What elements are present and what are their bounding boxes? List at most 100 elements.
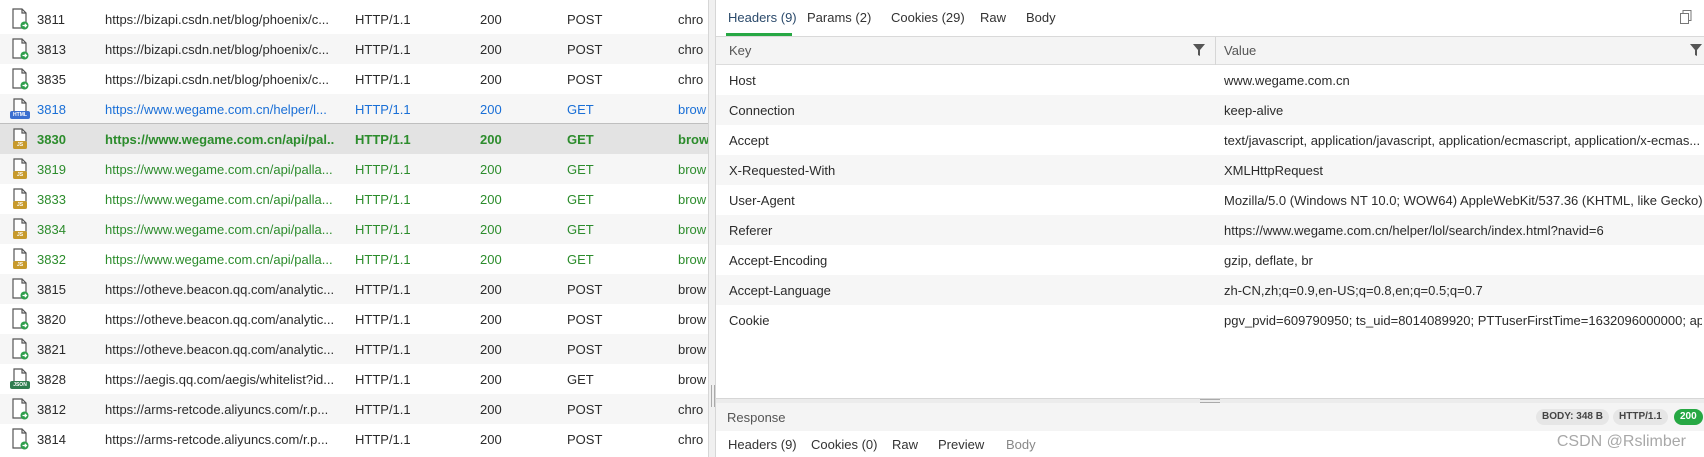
session-protocol: HTTP/1.1	[355, 402, 411, 417]
panel-splitter[interactable]	[708, 0, 716, 457]
header-row[interactable]: Cookie pgv_pvid=609790950; ts_uid=8014089…	[716, 305, 1704, 335]
session-url: https://bizapi.csdn.net/blog/phoenix/c..…	[105, 42, 330, 57]
header-row[interactable]: Accept-Encoding gzip, deflate, br	[716, 245, 1704, 275]
session-row[interactable]: 3814 https://arms-retcode.aliyuncs.com/r.…	[0, 424, 708, 454]
session-row[interactable]: 3813 https://bizapi.csdn.net/blog/phoenix…	[0, 34, 708, 64]
session-process: chro	[678, 42, 704, 57]
header-row[interactable]: Connection keep-alive	[716, 95, 1704, 125]
session-protocol: HTTP/1.1	[355, 12, 411, 27]
header-key: Accept-Language	[729, 283, 831, 298]
session-method: GET	[567, 192, 594, 207]
file-type-label: JS	[16, 142, 24, 148]
protocol-badge: HTTP/1.1	[1613, 409, 1668, 425]
session-row[interactable]: 3821 https://otheve.beacon.qq.com/analyti…	[0, 334, 708, 364]
response-tab-preview[interactable]: Preview	[938, 437, 984, 452]
header-key: X-Requested-With	[729, 163, 836, 178]
response-tab-body[interactable]: Body	[1006, 437, 1036, 452]
file-type-label: JS	[16, 202, 24, 208]
file-type-label: JS	[16, 172, 24, 178]
session-status: 200	[480, 402, 502, 417]
session-method: GET	[567, 372, 594, 387]
tab-raw[interactable]: Raw	[980, 10, 1006, 25]
session-row[interactable]: JSON 3828 https://aegis.qq.com/aegis/white…	[0, 364, 708, 394]
session-protocol: HTTP/1.1	[355, 432, 411, 447]
session-url: https://otheve.beacon.qq.com/analytic...	[105, 282, 335, 297]
session-row[interactable]: JS 3832 https://www.wegame.com.cn/api/pall…	[0, 244, 708, 274]
tab-cookies[interactable]: Cookies (29)	[891, 10, 965, 25]
session-protocol: HTTP/1.1	[355, 222, 411, 237]
session-method: POST	[567, 432, 603, 447]
file-type-label: JS	[16, 232, 24, 238]
document-arrow-icon	[10, 308, 30, 330]
sessions-list: 3811 https://bizapi.csdn.net/blog/phoenix…	[0, 0, 708, 457]
header-row[interactable]: Accept text/javascript, application/javas…	[716, 125, 1704, 155]
watermark: CSDN @Rslimber	[1556, 433, 1686, 450]
session-process: chro	[678, 72, 704, 87]
response-tab-headers[interactable]: Headers (9)	[728, 437, 797, 452]
header-row[interactable]: Accept-Language zh-CN,zh;q=0.9,en-US;q=0.…	[716, 275, 1704, 305]
header-row[interactable]: User-Agent Mozilla/5.0 (Windows NT 10.0; …	[716, 185, 1704, 215]
session-row[interactable]: 3835 https://bizapi.csdn.net/blog/phoenix…	[0, 64, 708, 94]
tab-headers[interactable]: Headers (9)	[728, 10, 797, 25]
header-row[interactable]: Referer https://www.wegame.com.cn/helper/…	[716, 215, 1704, 245]
session-protocol: HTTP/1.1	[355, 162, 411, 177]
splitter-grip[interactable]	[711, 385, 715, 407]
session-row[interactable]: JS 3819 https://www.wegame.com.cn/api/pall…	[0, 154, 708, 184]
session-url: https://bizapi.csdn.net/blog/phoenix/c..…	[105, 12, 330, 27]
value-filter-icon[interactable]	[1690, 44, 1702, 56]
session-status: 200	[480, 372, 502, 387]
key-filter-icon[interactable]	[1193, 44, 1205, 56]
session-id: 3815	[37, 282, 66, 297]
session-row[interactable]: 3811 https://bizapi.csdn.net/blog/phoenix…	[0, 4, 708, 34]
session-protocol: HTTP/1.1	[355, 252, 411, 267]
session-id: 3814	[37, 432, 66, 447]
session-row[interactable]: 3815 https://otheve.beacon.qq.com/analyti…	[0, 274, 708, 304]
session-process: brow	[678, 372, 707, 387]
session-id: 3818	[37, 102, 66, 117]
value-column-header: Value	[1224, 43, 1257, 58]
session-id: 3819	[37, 162, 66, 177]
document-arrow-icon	[10, 8, 30, 30]
session-row[interactable]: 3812 https://arms-retcode.aliyuncs.com/r.…	[0, 394, 708, 424]
session-url: https://www.wegame.com.cn/api/palla...	[105, 222, 333, 237]
session-row[interactable]: HTML 3818 https://www.wegame.com.cn/helper…	[0, 94, 708, 124]
file-type-label: HTML	[13, 112, 27, 118]
session-status: 200	[480, 162, 502, 177]
session-method: GET	[567, 102, 594, 117]
session-row[interactable]: 3820 https://otheve.beacon.qq.com/analyti…	[0, 304, 708, 334]
session-id: 3813	[37, 42, 66, 57]
header-value: text/javascript, application/javascript,…	[1224, 133, 1701, 148]
status-badge: 200	[1674, 409, 1703, 425]
session-url: https://arms-retcode.aliyuncs.com/r.p...	[105, 402, 329, 417]
column-separator[interactable]	[1215, 37, 1216, 65]
response-tab-raw[interactable]: Raw	[892, 437, 918, 452]
session-row[interactable]: JS 3834 https://www.wegame.com.cn/api/pall…	[0, 214, 708, 244]
header-row[interactable]: X-Requested-With XMLHttpRequest	[716, 155, 1704, 185]
header-row[interactable]: Host www.wegame.com.cn	[716, 65, 1704, 95]
session-method: POST	[567, 12, 603, 27]
header-value: zh-CN,zh;q=0.9,en-US;q=0.8,en;q=0.5;q=0.…	[1224, 283, 1483, 298]
tab-body[interactable]: Body	[1026, 10, 1056, 25]
session-id: 3835	[37, 72, 66, 87]
header-value: pgv_pvid=609790950; ts_uid=8014089920; P…	[1224, 313, 1702, 328]
session-process: brow	[678, 132, 708, 147]
session-process: brow	[678, 222, 707, 237]
session-protocol: HTTP/1.1	[355, 192, 411, 207]
header-key: Referer	[729, 223, 773, 238]
session-row[interactable]: JS 3833 https://www.wegame.com.cn/api/pall…	[0, 184, 708, 214]
tab-params[interactable]: Params (2)	[807, 10, 871, 25]
response-title: Response	[727, 410, 786, 425]
session-row[interactable]: JS 3830 https://www.wegame.com.cn/api/pal.…	[0, 123, 708, 155]
session-process: brow	[678, 252, 707, 267]
session-process: chro	[678, 432, 704, 447]
file-type-label: JSON	[13, 382, 27, 388]
active-tab-underline	[726, 33, 792, 36]
key-column-header: Key	[729, 43, 752, 58]
session-process: chro	[678, 402, 704, 417]
session-id: 3828	[37, 372, 66, 387]
session-method: GET	[567, 162, 594, 177]
session-url: https://otheve.beacon.qq.com/analytic...	[105, 342, 335, 357]
copy-icon[interactable]	[1680, 10, 1692, 24]
headers-table-header: Key Value	[716, 37, 1704, 65]
response-tab-cookies[interactable]: Cookies (0)	[811, 437, 877, 452]
